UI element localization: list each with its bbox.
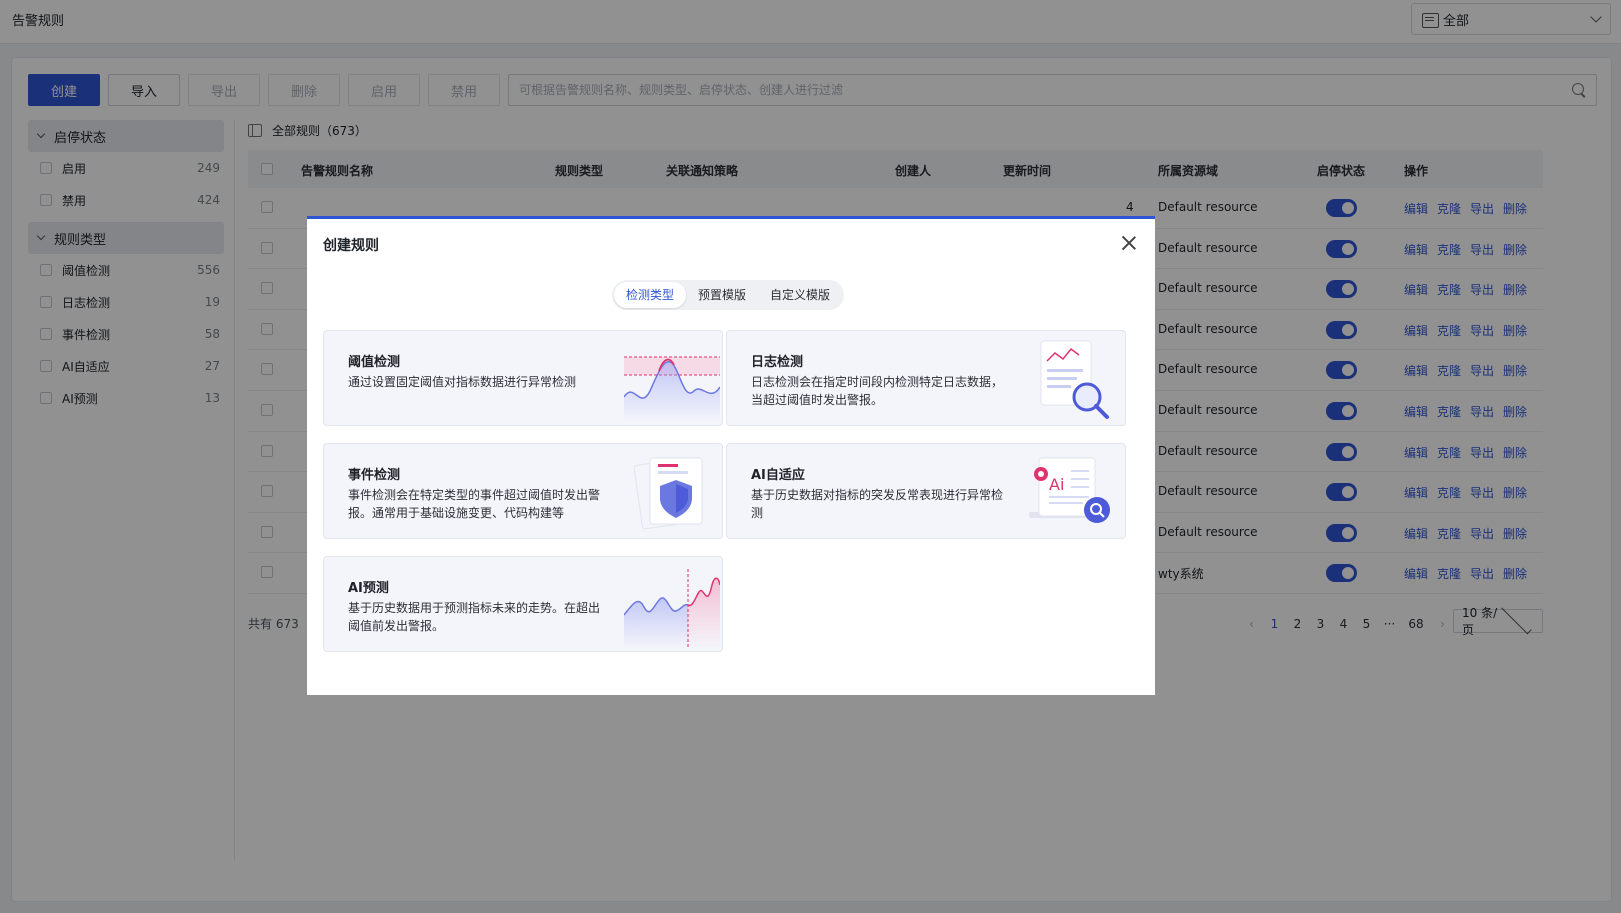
card-log-detection[interactable]: 日志检测 日志检测会在指定时间段内检测特定日志数据，当超过阈值时发出警报。	[726, 330, 1126, 426]
card-title: 事件检测	[348, 468, 401, 483]
tab-custom-template[interactable]: 自定义模版	[758, 282, 842, 308]
card-title: AI自适应	[751, 468, 805, 483]
create-rule-dialog: 创建规则 检测类型 预置模版 自定义模版 阈值检测 通过设置固定阈值对指标数据进…	[307, 216, 1155, 695]
ai-document-icon: Ai	[1029, 457, 1110, 523]
log-search-icon	[1040, 340, 1109, 419]
close-icon[interactable]	[1121, 235, 1137, 251]
card-desc: 事件检测会在特定类型的事件超过阈值时发出警报。通常用于基础设施变更、代码构建等	[348, 488, 601, 520]
template-tabs: 检测类型 预置模版 自定义模版	[612, 280, 845, 310]
card-title: AI预测	[348, 581, 389, 596]
card-ai-forecast[interactable]: AI预测 基于历史数据用于预测指标未来的走势。在超出阈值前发出警报。	[323, 556, 723, 652]
threshold-chart-icon	[624, 356, 720, 423]
card-desc: 基于历史数据对指标的突发反常表现进行异常检测	[751, 488, 1004, 520]
card-title: 阈值检测	[348, 355, 401, 370]
tab-preset-template[interactable]: 预置模版	[686, 282, 758, 308]
event-shield-icon	[634, 457, 703, 530]
card-desc: 通过设置固定阈值对指标数据进行异常检测	[348, 375, 577, 389]
card-title: 日志检测	[751, 355, 804, 370]
card-desc: 基于历史数据用于预测指标未来的走势。在超出阈值前发出警报。	[348, 601, 601, 633]
dialog-title: 创建规则	[323, 238, 379, 254]
card-threshold-detection[interactable]: 阈值检测 通过设置固定阈值对指标数据进行异常检测	[323, 330, 723, 426]
card-desc: 日志检测会在指定时间段内检测特定日志数据，当超过阈值时发出警报。	[751, 375, 1004, 407]
forecast-chart-icon	[624, 569, 720, 649]
card-event-detection[interactable]: 事件检测 事件检测会在特定类型的事件超过阈值时发出警报。通常用于基础设施变更、代…	[323, 443, 723, 539]
tab-detection-type[interactable]: 检测类型	[614, 282, 687, 308]
svg-text:Ai: Ai	[1049, 475, 1064, 494]
card-ai-adaptive[interactable]: AI自适应 基于历史数据对指标的突发反常表现进行异常检测 Ai	[726, 443, 1126, 539]
